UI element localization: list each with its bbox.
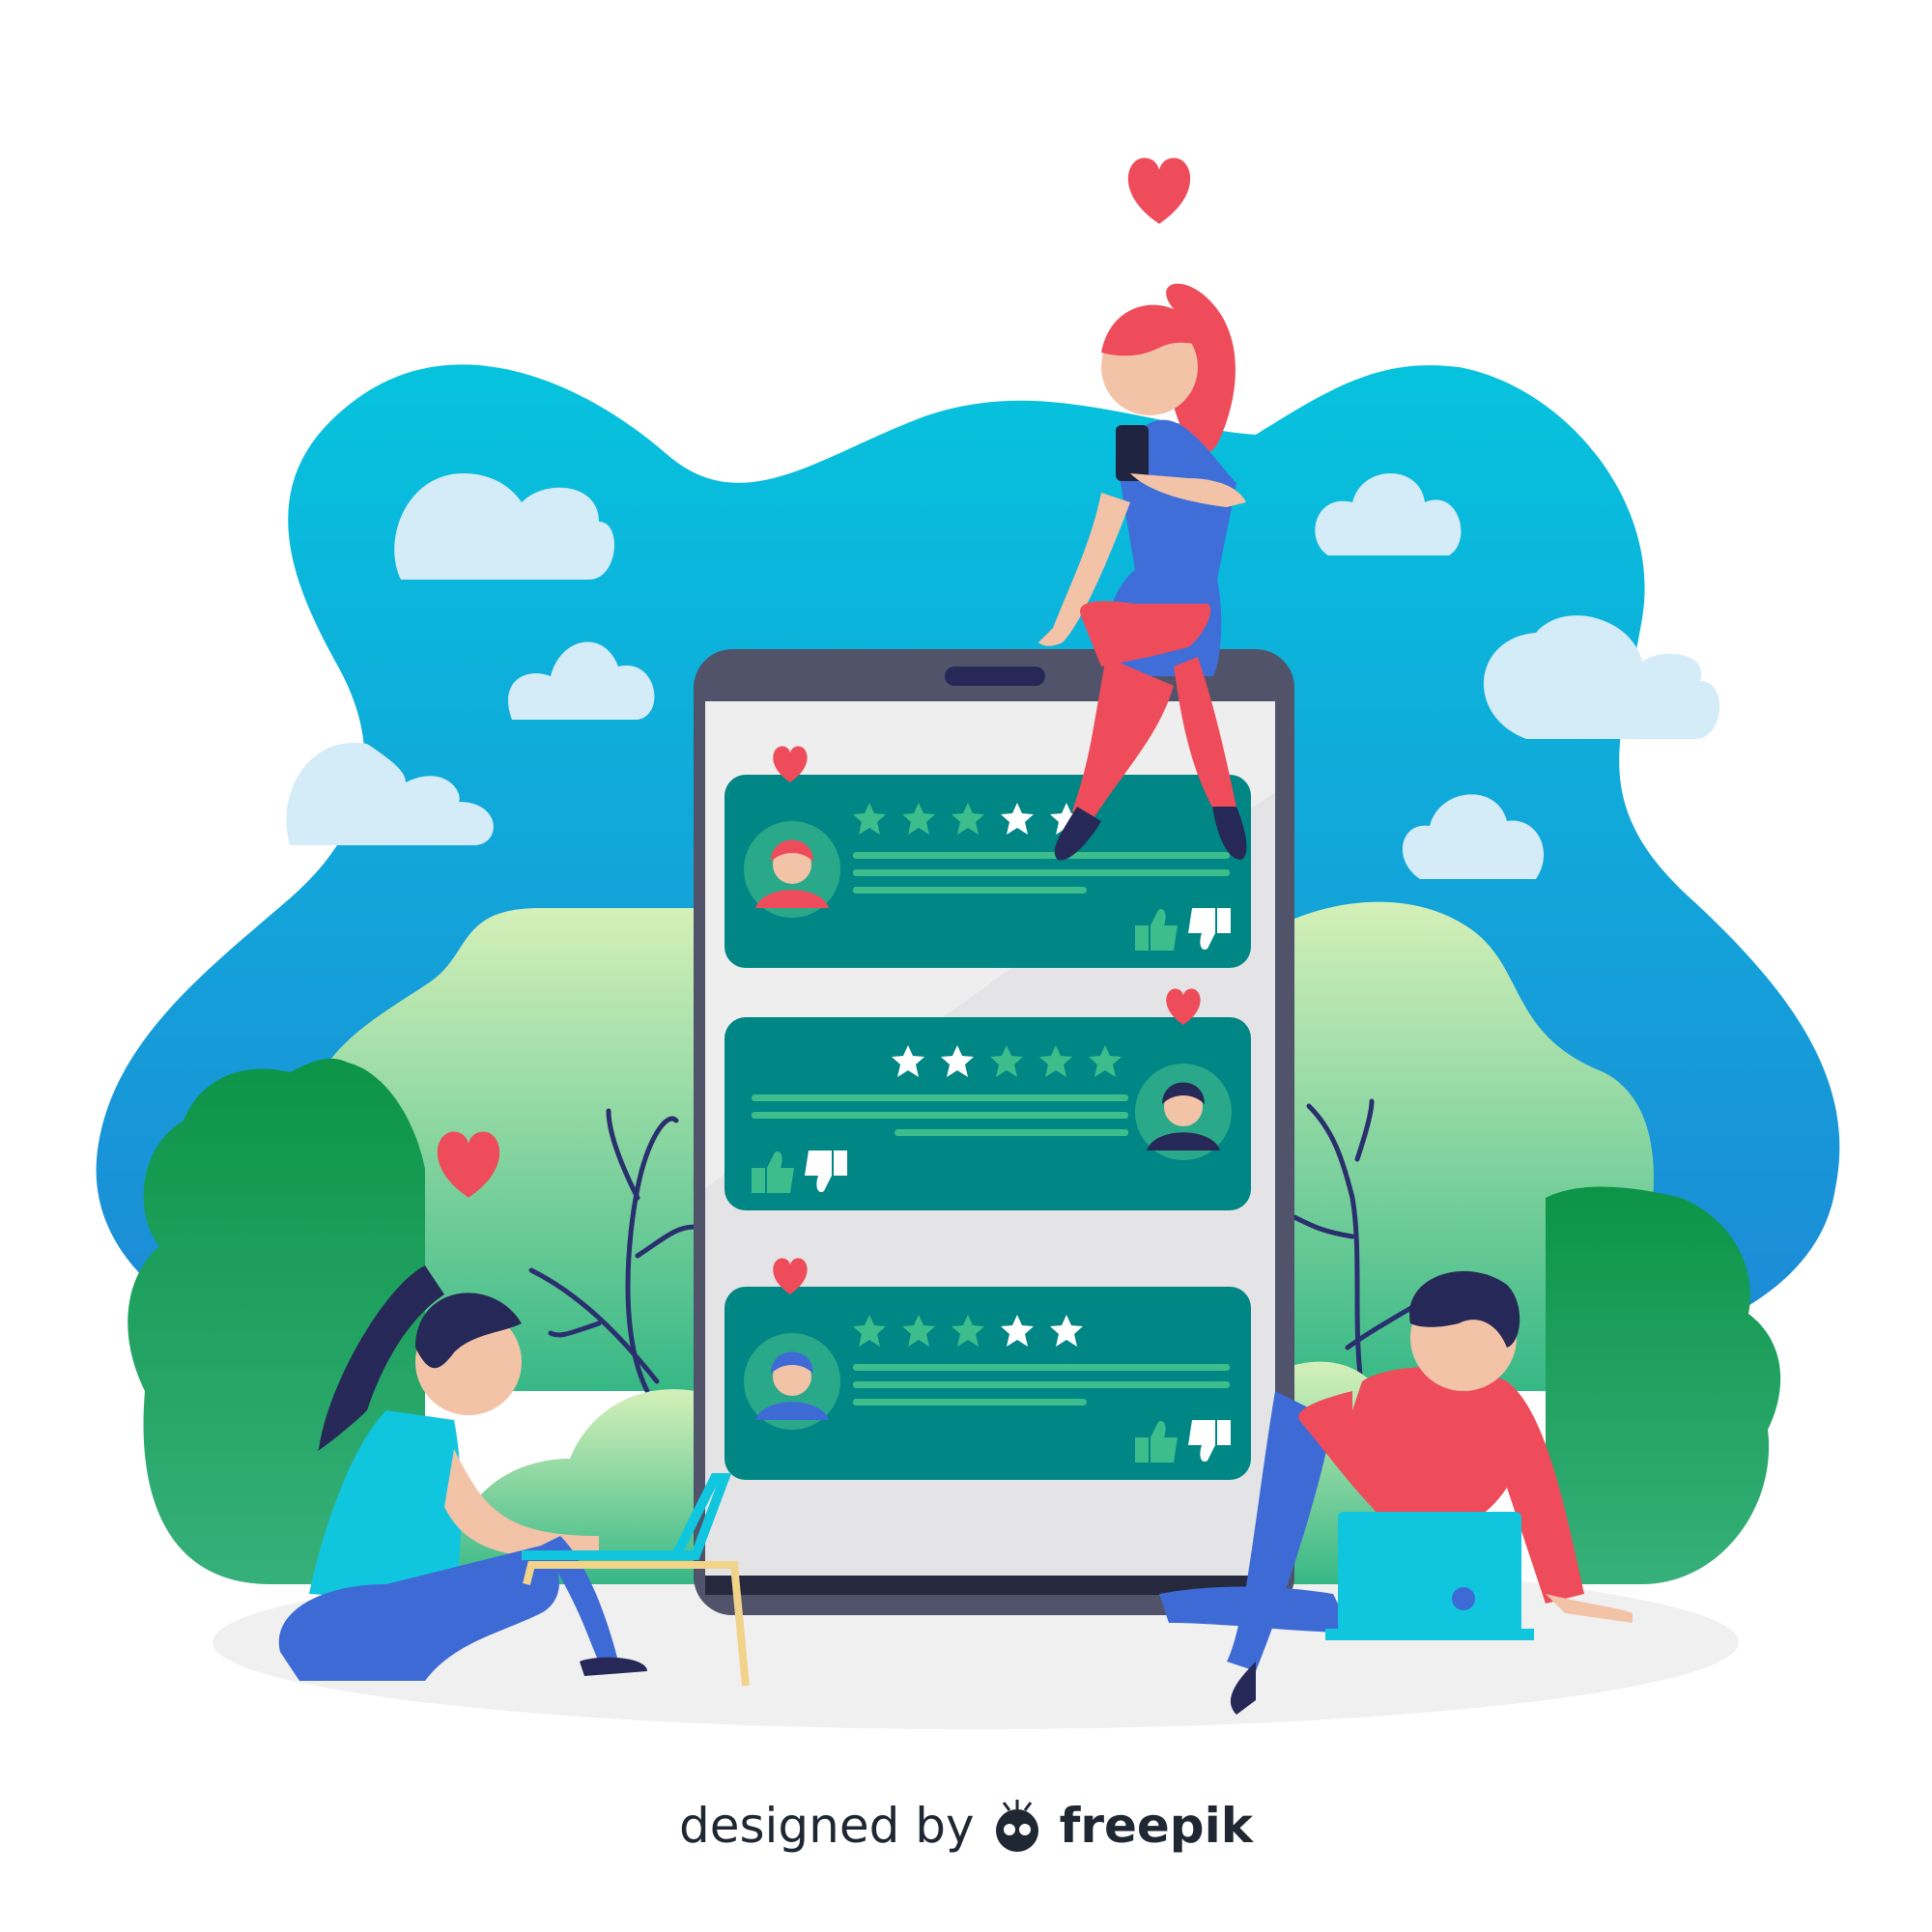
freepik-logo-icon bbox=[995, 1800, 1038, 1852]
illustration-scene bbox=[96, 157, 1840, 1729]
review-text-line bbox=[752, 1094, 1128, 1101]
review-card bbox=[724, 1258, 1251, 1480]
avatar bbox=[744, 821, 840, 918]
freepik-credit: designed by freepik bbox=[0, 1792, 1932, 1860]
review-text-line bbox=[853, 887, 1087, 894]
phone-speaker bbox=[945, 667, 1045, 686]
avatar bbox=[1135, 1064, 1232, 1160]
review-text-line bbox=[853, 852, 1230, 859]
review-text-line bbox=[752, 1112, 1128, 1119]
review-text-line bbox=[895, 1129, 1128, 1136]
credit-prefix: designed by bbox=[678, 1798, 975, 1854]
review-text-line bbox=[853, 1381, 1230, 1388]
heart-icon bbox=[1127, 157, 1191, 224]
review-text-line bbox=[853, 1364, 1230, 1371]
review-card bbox=[724, 988, 1251, 1210]
credit-brand: freepik bbox=[1059, 1798, 1253, 1854]
avatar bbox=[744, 1333, 840, 1430]
review-text-line bbox=[853, 869, 1230, 876]
review-list bbox=[724, 746, 1251, 1480]
review-card bbox=[724, 746, 1251, 968]
review-text-line bbox=[853, 1399, 1087, 1406]
